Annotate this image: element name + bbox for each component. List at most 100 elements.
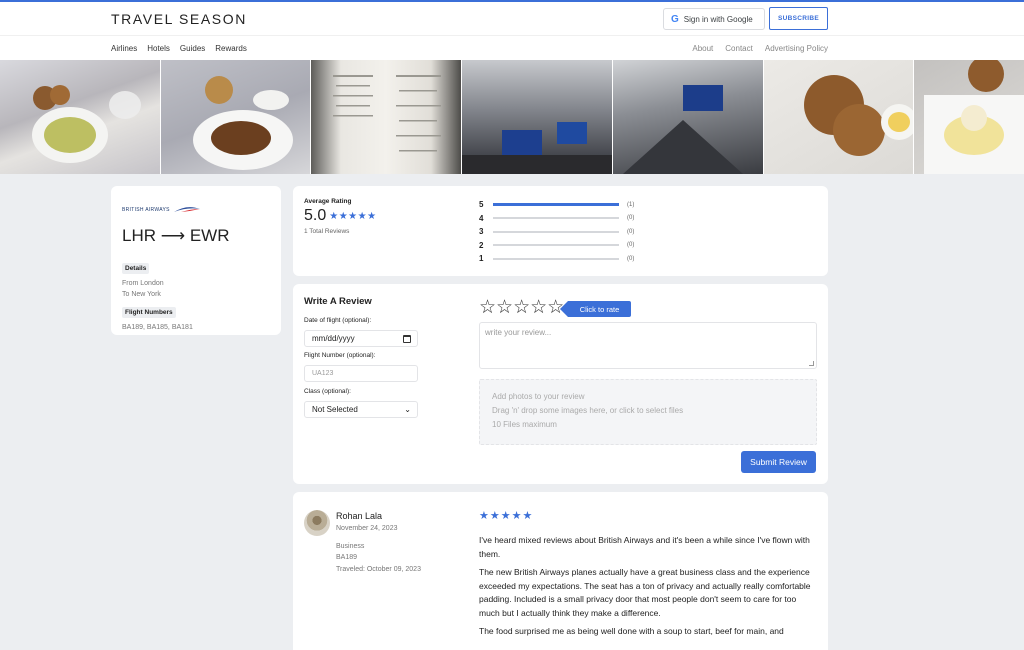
details-label: Details <box>122 263 150 274</box>
date-label: Date of flight (optional): <box>304 317 372 324</box>
rating-number: 5.0 <box>304 207 327 224</box>
review-stars-icon: ★★★★★ <box>479 510 534 522</box>
rating-bar-row: 2 (0) <box>479 239 634 253</box>
site-logo[interactable]: TRAVEL SEASON <box>111 11 247 27</box>
avatar <box>304 510 330 536</box>
rating-bar-track <box>493 257 619 260</box>
gallery-photo-soup[interactable] <box>0 60 160 174</box>
dropzone-title: Add photos to your review <box>492 392 585 401</box>
menu-card-image <box>333 75 442 152</box>
nav-advertising-policy[interactable]: Advertising Policy <box>765 44 828 53</box>
cabin-image <box>462 122 612 174</box>
google-signin-label: Sign in with Google <box>683 14 753 24</box>
site-header: TRAVEL SEASON G Sign in with Google SUBS… <box>0 2 1024 60</box>
dropzone-hint: Drag 'n' drop some images here, or click… <box>492 406 684 415</box>
gallery-photo-cabin[interactable] <box>462 60 612 174</box>
review-class: Business <box>336 542 365 550</box>
review-meta: November 24, 2023 Business BA189 Travele… <box>336 523 421 575</box>
chevron-down-icon: ⌄ <box>404 405 411 414</box>
reviewer-name: Rohan Lala <box>336 511 383 521</box>
nav-contact[interactable]: Contact <box>725 44 753 53</box>
route-title: LHR ⟶ EWR <box>122 226 230 245</box>
google-icon: G <box>671 13 679 25</box>
nav-guides[interactable]: Guides <box>180 44 205 53</box>
average-rating-card: Average Rating 5.0 ★★★★★ 1 Total Reviews… <box>293 186 828 276</box>
rating-bar-row: 5 (1) <box>479 198 634 212</box>
review-placeholder: write your review... <box>485 328 552 337</box>
review-date: November 24, 2023 <box>336 525 398 532</box>
rating-bar-track <box>493 244 619 247</box>
flight-numbers-label: Flight Numbers <box>122 307 176 318</box>
calendar-icon[interactable] <box>403 335 411 343</box>
flight-numbers-section: Flight Numbers BA189, BA185, BA181 <box>122 301 193 333</box>
origin-city: From London <box>122 280 164 287</box>
rating-bar-fill <box>493 203 619 207</box>
seat-image <box>622 85 743 174</box>
rating-stars-icon: ★★★★★ <box>329 210 377 222</box>
british-airways-logo: BRITISH AIRWAYS <box>122 206 201 214</box>
review-textarea[interactable]: write your review... <box>479 322 817 369</box>
airline-logo-text: BRITISH AIRWAYS <box>122 207 170 213</box>
nav-rewards[interactable]: Rewards <box>215 44 247 53</box>
review-flight: BA189 <box>336 554 358 561</box>
primary-nav: Airlines Hotels Guides Rewards <box>111 44 247 53</box>
bar-star-label: 4 <box>479 213 484 223</box>
flight-number-label: Flight Number (optional): <box>304 352 376 359</box>
nav-hotels[interactable]: Hotels <box>147 44 170 53</box>
bar-count: (0) <box>627 228 635 235</box>
resize-handle-icon[interactable] <box>809 361 814 366</box>
date-of-flight-input[interactable]: mm/dd/yyyy <box>304 330 418 347</box>
rating-bar-row: 4 (0) <box>479 212 634 226</box>
bar-count: (0) <box>627 255 635 262</box>
total-reviews: 1 Total Reviews <box>304 228 350 235</box>
write-review-card: Write A Review Date of flight (optional)… <box>293 284 828 484</box>
review-traveled: Traveled: October 09, 2023 <box>336 565 421 573</box>
google-signin-button[interactable]: G Sign in with Google <box>663 8 765 30</box>
nav-about[interactable]: About <box>692 44 713 53</box>
review-body: I've heard mixed reviews about British A… <box>479 534 817 644</box>
submit-review-button[interactable]: Submit Review <box>741 451 816 473</box>
destination-city: To New York <box>122 291 161 298</box>
dessert-image <box>924 60 1024 174</box>
rating-breakdown: 5 (1) 4 (0) 3 (0) 2 (0) 1 (0) <box>479 198 634 266</box>
review-card: Rohan Lala November 24, 2023 Business BA… <box>293 492 828 650</box>
flight-numbers-value: BA189, BA185, BA181 <box>122 324 193 331</box>
rating-bar-row: 3 (0) <box>479 225 634 239</box>
dropzone-max: 10 Files maximum <box>492 420 557 429</box>
bread-basket-image <box>803 75 914 156</box>
class-select[interactable]: Not Selected ⌄ <box>304 401 418 418</box>
speedmarque-icon <box>173 207 200 212</box>
gallery-photo-bread[interactable] <box>763 60 914 174</box>
photo-gallery <box>0 60 1024 174</box>
bar-count: (1) <box>627 201 635 208</box>
nav-airlines[interactable]: Airlines <box>111 44 137 53</box>
class-select-value: Not Selected <box>312 405 358 414</box>
rating-bar-row: 1 (0) <box>479 252 634 266</box>
gallery-photo-seat[interactable] <box>612 60 763 174</box>
average-rating-value: 5.0 ★★★★★ <box>304 207 377 225</box>
review-paragraph: The new British Airways planes actually … <box>479 567 811 618</box>
gallery-photo-beef[interactable] <box>160 60 311 174</box>
gallery-photo-menu[interactable] <box>311 60 462 174</box>
class-label: Class (optional): <box>304 388 351 395</box>
gallery-photo-dessert[interactable] <box>914 60 1024 174</box>
flight-number-input[interactable]: UA123 <box>304 365 418 382</box>
subscribe-button[interactable]: SUBSCRIBE <box>769 7 828 30</box>
bar-star-label: 5 <box>479 200 484 210</box>
photo-dropzone[interactable]: Add photos to your review Drag 'n' drop … <box>479 379 817 445</box>
bar-star-label: 2 <box>479 240 484 250</box>
beef-plate-image <box>192 76 293 170</box>
date-input-value: mm/dd/yyyy <box>312 334 355 343</box>
review-paragraph: The food surprised me as being well done… <box>479 626 784 636</box>
rating-bar-track <box>493 203 619 207</box>
rating-bar-track <box>493 230 619 233</box>
click-to-rate-tooltip: Click to rate <box>560 301 631 317</box>
star-rating-input[interactable]: ☆☆☆☆☆ <box>479 298 564 317</box>
soup-bowl-image <box>32 85 141 163</box>
write-review-title: Write A Review <box>304 296 372 307</box>
details-section: Details From London To New York <box>122 257 164 300</box>
header-divider <box>0 35 1024 36</box>
rating-bar-track <box>493 217 619 220</box>
airline-info-card: BRITISH AIRWAYS LHR ⟶ EWR Details From L… <box>111 186 281 335</box>
bar-star-label: 3 <box>479 227 484 237</box>
